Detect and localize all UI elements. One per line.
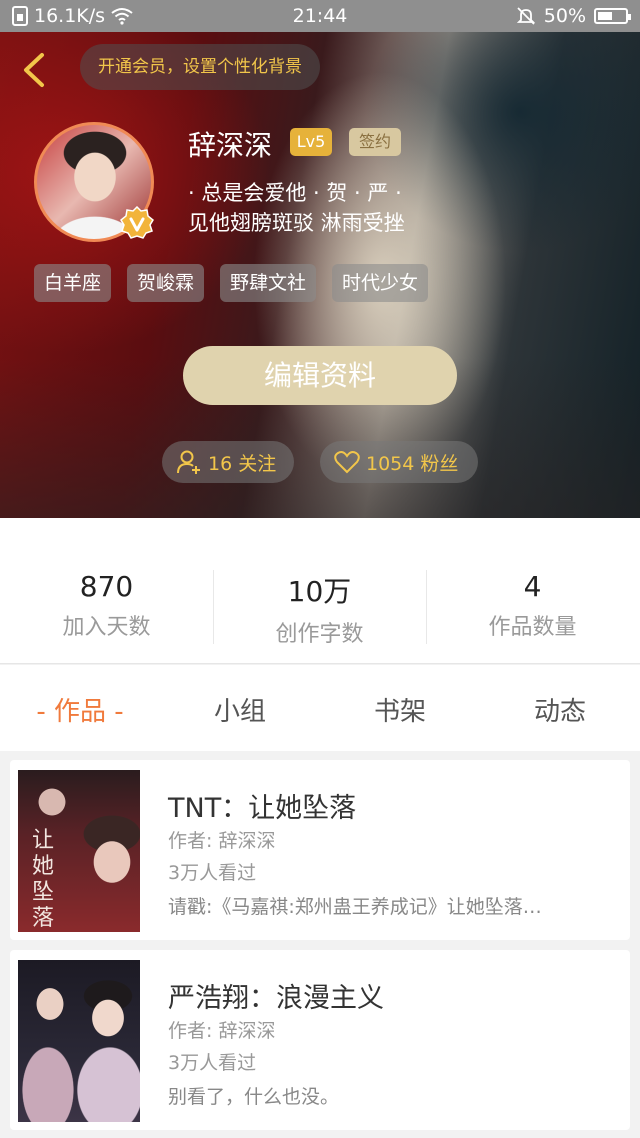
tag-item[interactable]: 野肆文社 bbox=[220, 264, 317, 302]
tab-bar: - 作品 - 小组 书架 动态 bbox=[0, 665, 640, 751]
user-add-icon bbox=[177, 450, 200, 474]
stat-value: 870 bbox=[79, 570, 134, 603]
battery-percent: 50% bbox=[543, 5, 586, 27]
fans-count: 1054 粉丝 bbox=[366, 452, 459, 475]
stat-word-count: 10万 创作字数 bbox=[213, 570, 426, 648]
tag-item[interactable]: 白羊座 bbox=[34, 264, 112, 302]
bio-line-2: 见他翅膀斑驳 淋雨受挫 bbox=[188, 211, 405, 235]
work-description: 别看了，什么也没。 bbox=[168, 1086, 340, 1108]
work-title[interactable]: 严浩翔：浪漫主义 bbox=[168, 976, 384, 1015]
member-banner-button[interactable]: 开通会员，设置个性化背景 bbox=[80, 44, 320, 90]
tab-works[interactable]: - 作品 - bbox=[0, 691, 160, 728]
work-title[interactable]: TNT：让她坠落 bbox=[168, 786, 356, 825]
stats-panel: 870 加入天数 10万 创作字数 4 作品数量 bbox=[0, 518, 640, 664]
work-description: 请戳:《马嘉祺:郑州蛊王养成记》让她坠落… bbox=[168, 896, 542, 918]
profile-header: 开通会员，设置个性化背景 辞深深 Lv5 签约 · 总是会爱他 · 贺 · 严 … bbox=[0, 32, 640, 518]
username: 辞深深 bbox=[188, 129, 273, 162]
heart-icon bbox=[334, 451, 360, 474]
stat-works-count: 4 作品数量 bbox=[426, 570, 639, 641]
tag-item[interactable]: 时代少女 bbox=[332, 264, 429, 302]
tab-activity[interactable]: 动态 bbox=[480, 691, 640, 728]
work-views: 3万人看过 bbox=[168, 1052, 257, 1074]
stat-label: 加入天数 bbox=[62, 615, 151, 640]
work-card[interactable]: 让她坠落 TNT：让她坠落 作者: 辞深深 3万人看过 请戳:《马嘉祺:郑州蛊王… bbox=[10, 760, 630, 940]
cover-title-art: 让她坠落 bbox=[32, 828, 55, 931]
tag-list: 白羊座 贺峻霖 野肆文社 时代少女 bbox=[34, 264, 429, 302]
level-badge: Lv5 bbox=[290, 128, 332, 156]
verified-badge-icon bbox=[120, 206, 154, 239]
following-button[interactable]: 16 关注 bbox=[162, 441, 294, 483]
back-arrow-icon[interactable] bbox=[18, 52, 50, 88]
status-bar: 16.1K/s 21:44 50% bbox=[0, 0, 640, 32]
stat-value: 4 bbox=[523, 570, 542, 603]
work-author: 作者: 辞深深 bbox=[168, 830, 276, 852]
bio-line-1: · 总是会爱他 · 贺 · 严 · bbox=[188, 181, 402, 205]
edit-profile-button[interactable]: 编辑资料 bbox=[183, 346, 457, 405]
work-cover[interactable]: 让她坠落 bbox=[18, 770, 140, 932]
signed-badge: 签约 bbox=[349, 128, 401, 156]
tab-bookshelf[interactable]: 书架 bbox=[320, 691, 480, 728]
bio: · 总是会爱他 · 贺 · 严 · 见他翅膀斑驳 淋雨受挫 bbox=[188, 178, 405, 238]
battery-icon bbox=[594, 8, 631, 24]
stat-label: 作品数量 bbox=[488, 615, 577, 640]
stat-join-days: 870 加入天数 bbox=[0, 570, 213, 641]
work-cover[interactable] bbox=[18, 960, 140, 1122]
mute-bell-icon bbox=[516, 7, 535, 25]
following-count: 16 关注 bbox=[208, 452, 277, 475]
tab-groups[interactable]: 小组 bbox=[160, 691, 320, 728]
work-card[interactable]: 严浩翔：浪漫主义 作者: 辞深深 3万人看过 别看了，什么也没。 bbox=[10, 950, 630, 1130]
work-author: 作者: 辞深深 bbox=[168, 1020, 276, 1042]
battery-level-fill bbox=[598, 12, 612, 20]
stat-value: 10万 bbox=[287, 575, 352, 608]
tag-item[interactable]: 贺峻霖 bbox=[127, 264, 205, 302]
stat-label: 创作字数 bbox=[275, 622, 364, 647]
work-views: 3万人看过 bbox=[168, 862, 257, 884]
fans-button[interactable]: 1054 粉丝 bbox=[320, 441, 478, 483]
